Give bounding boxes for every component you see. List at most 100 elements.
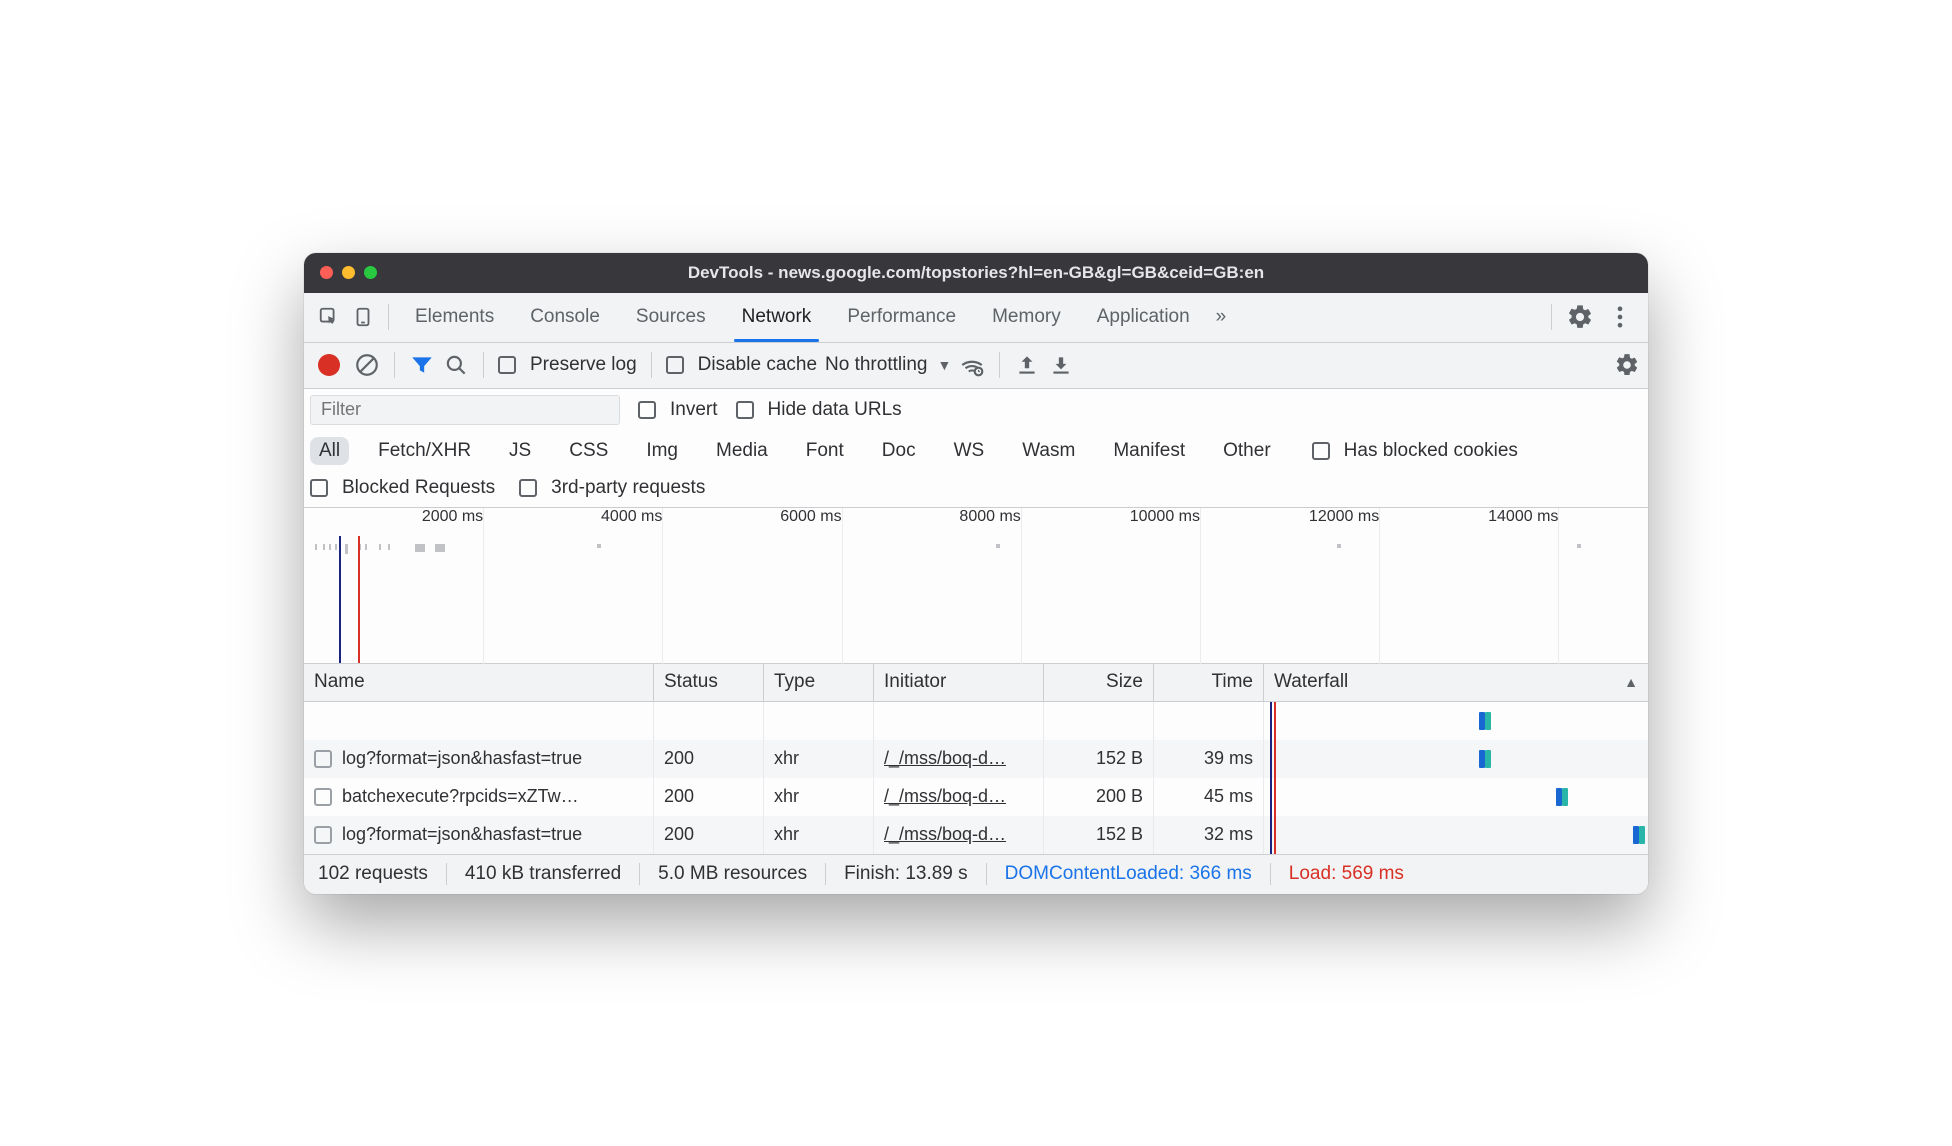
device-toggle-icon[interactable] (352, 306, 374, 328)
filter-type-all[interactable]: All (310, 437, 349, 465)
network-conditions-icon[interactable] (959, 352, 985, 378)
devtools-tabstrip: ElementsConsoleSourcesNetworkPerformance… (304, 293, 1648, 343)
col-name[interactable]: Name (304, 664, 654, 701)
request-type: xhr (764, 778, 874, 816)
col-waterfall[interactable]: Waterfall▲ (1264, 664, 1648, 701)
request-initiator[interactable]: /_/mss/boq-d… (874, 740, 1044, 778)
disable-cache-checkbox[interactable] (666, 356, 684, 374)
filter-type-ws[interactable]: WS (945, 437, 994, 465)
filter-type-wasm[interactable]: Wasm (1013, 437, 1084, 465)
status-finish: Finish: 13.89 s (844, 863, 968, 885)
has-blocked-cookies-checkbox-icon (1312, 442, 1330, 460)
maximize-window-icon[interactable] (364, 266, 377, 279)
table-row[interactable]: log?format=json&hasfast=true200xhr/_/mss… (304, 740, 1648, 778)
request-table-body: log?format=json&hasfast=true 200xhr/_/mss… (304, 702, 1648, 854)
third-party-label: 3rd-party requests (551, 477, 705, 499)
filter-type-manifest[interactable]: Manifest (1104, 437, 1194, 465)
col-type[interactable]: Type (764, 664, 874, 701)
window-title: DevTools - news.google.com/topstories?hl… (688, 263, 1264, 283)
overview-tick: 2000 ms (422, 508, 483, 526)
close-window-icon[interactable] (320, 266, 333, 279)
overview-tick: 10000 ms (1130, 508, 1200, 526)
filter-funnel-icon[interactable] (409, 352, 435, 378)
tab-elements[interactable]: Elements (397, 292, 512, 342)
inspect-element-icon[interactable] (318, 306, 340, 328)
request-status: 200 (654, 740, 764, 778)
preserve-log-label: Preserve log (530, 354, 637, 376)
request-waterfall (1264, 816, 1648, 854)
chevron-down-icon: ▼ (937, 357, 951, 373)
col-size[interactable]: Size (1044, 664, 1154, 701)
network-overview[interactable]: 2000 ms4000 ms6000 ms8000 ms10000 ms1200… (304, 508, 1648, 664)
filter-input[interactable] (310, 395, 620, 425)
preserve-log-checkbox[interactable] (498, 356, 516, 374)
filter-type-fetch-xhr[interactable]: Fetch/XHR (369, 437, 480, 465)
tab-sources[interactable]: Sources (618, 292, 724, 342)
row-checkbox-icon[interactable] (314, 788, 332, 806)
has-blocked-cookies-check[interactable]: Has blocked cookies (1312, 440, 1518, 462)
request-name: log?format=json&hasfast=true (342, 748, 582, 769)
disable-cache-label: Disable cache (698, 354, 817, 376)
status-bar: 102 requests 410 kB transferred 5.0 MB r… (304, 854, 1648, 894)
filter-type-other[interactable]: Other (1214, 437, 1280, 465)
third-party-check[interactable]: 3rd-party requests (519, 477, 705, 499)
col-initiator[interactable]: Initiator (874, 664, 1044, 701)
col-time[interactable]: Time (1154, 664, 1264, 701)
tab-network[interactable]: Network (724, 292, 830, 342)
search-icon[interactable] (443, 352, 469, 378)
row-checkbox-icon[interactable] (314, 750, 332, 768)
overview-tick: 6000 ms (780, 508, 841, 526)
blocked-requests-label: Blocked Requests (342, 477, 495, 499)
status-requests: 102 requests (318, 863, 428, 885)
throttling-value: No throttling (825, 354, 927, 376)
tab-console[interactable]: Console (512, 292, 618, 342)
blocked-requests-checkbox-icon (310, 479, 328, 497)
filter-type-js[interactable]: JS (500, 437, 540, 465)
minimize-window-icon[interactable] (342, 266, 355, 279)
hide-data-urls-check[interactable]: Hide data URLs (736, 399, 902, 421)
filter-type-font[interactable]: Font (797, 437, 853, 465)
network-toolbar: Preserve log Disable cache No throttling… (304, 343, 1648, 389)
record-button[interactable] (318, 354, 340, 376)
request-table-header: Name Status Type Initiator Size Time Wat… (304, 664, 1648, 702)
tab-memory[interactable]: Memory (974, 292, 1079, 342)
col-status[interactable]: Status (654, 664, 764, 701)
request-size: 152 B (1044, 816, 1154, 854)
more-tabs-button[interactable]: » (1208, 292, 1235, 342)
request-name: log?format=json&hasfast=true (342, 824, 582, 845)
invert-checkbox-icon (638, 401, 656, 419)
request-waterfall (1264, 740, 1648, 778)
kebab-menu-icon[interactable] (1606, 303, 1634, 331)
blocked-requests-check[interactable]: Blocked Requests (310, 477, 495, 499)
request-initiator[interactable]: /_/mss/boq-d… (874, 778, 1044, 816)
table-row-ghost (304, 702, 1648, 740)
status-resources: 5.0 MB resources (658, 863, 807, 885)
network-settings-gear-icon[interactable] (1614, 352, 1640, 378)
has-blocked-cookies-label: Has blocked cookies (1344, 440, 1518, 462)
third-party-checkbox-icon (519, 479, 537, 497)
tab-performance[interactable]: Performance (829, 292, 974, 342)
filter-type-css[interactable]: CSS (560, 437, 617, 465)
throttling-select[interactable]: No throttling ▼ (825, 354, 951, 376)
settings-gear-icon[interactable] (1566, 303, 1594, 331)
table-row[interactable]: log?format=json&hasfast=true200xhr/_/mss… (304, 816, 1648, 854)
overview-activity-band (308, 544, 1644, 556)
overview-ruler: 2000 ms4000 ms6000 ms8000 ms10000 ms1200… (304, 508, 1648, 536)
filter-type-media[interactable]: Media (707, 437, 777, 465)
overview-dcl-marker (339, 536, 341, 663)
download-har-icon[interactable] (1048, 352, 1074, 378)
table-row[interactable]: batchexecute?rpcids=xZTw…200xhr/_/mss/bo… (304, 778, 1648, 816)
filter-bar: Invert Hide data URLs All Fetch/XHR JS CSS I… (304, 389, 1648, 508)
filter-type-doc[interactable]: Doc (873, 437, 925, 465)
tab-application[interactable]: Application (1079, 292, 1208, 342)
invert-check[interactable]: Invert (638, 399, 718, 421)
request-type: xhr (764, 816, 874, 854)
divider (483, 352, 484, 378)
upload-har-icon[interactable] (1014, 352, 1040, 378)
filter-type-img[interactable]: Img (637, 437, 687, 465)
overview-tick: 8000 ms (959, 508, 1020, 526)
sort-asc-icon: ▲ (1624, 674, 1638, 690)
row-checkbox-icon[interactable] (314, 826, 332, 844)
request-initiator[interactable]: /_/mss/boq-d… (874, 816, 1044, 854)
clear-icon[interactable] (354, 352, 380, 378)
